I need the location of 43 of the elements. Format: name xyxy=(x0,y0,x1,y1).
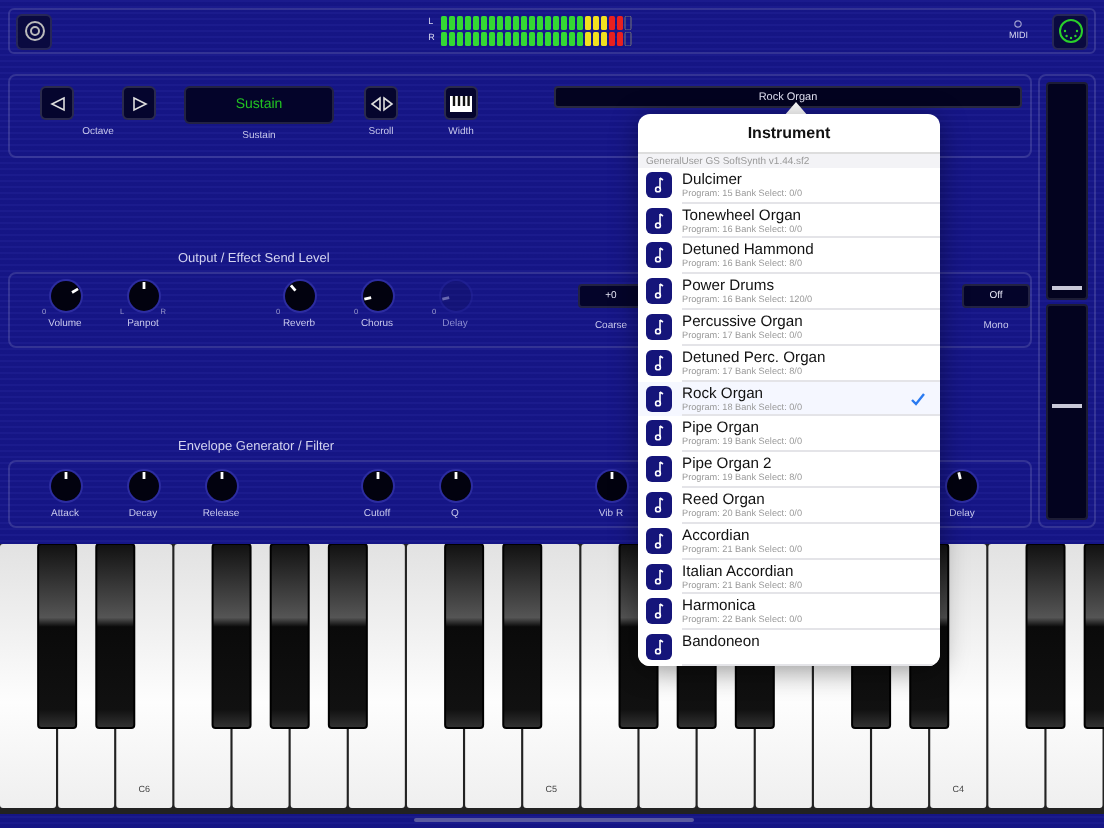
music-note-icon xyxy=(646,420,672,447)
music-note-icon xyxy=(646,456,672,483)
fader-thumb[interactable] xyxy=(1052,403,1082,408)
knob[interactable] xyxy=(203,467,239,504)
knob[interactable] xyxy=(281,278,317,315)
checkmark-icon xyxy=(910,391,926,406)
fader-track[interactable] xyxy=(1046,303,1088,520)
midi-button[interactable] xyxy=(1052,13,1088,49)
music-note-icon xyxy=(646,527,672,554)
midi-connector-icon xyxy=(1057,18,1083,44)
knob[interactable] xyxy=(125,467,161,504)
knob[interactable] xyxy=(47,278,83,315)
music-note-icon xyxy=(646,385,672,412)
width-button[interactable] xyxy=(444,86,478,120)
music-note-icon xyxy=(646,171,672,198)
right-triangle-icon xyxy=(131,95,147,111)
settings-button[interactable] xyxy=(16,13,52,49)
midi-indicator-icon xyxy=(1014,20,1023,29)
music-note-icon xyxy=(646,598,672,625)
knob[interactable] xyxy=(944,467,980,504)
knob[interactable] xyxy=(359,278,395,315)
music-note-icon xyxy=(646,492,672,519)
knob[interactable] xyxy=(359,467,395,504)
music-note-icon xyxy=(646,278,672,305)
music-note-icon xyxy=(646,242,672,269)
music-note-icon xyxy=(646,634,672,661)
music-note-icon xyxy=(646,563,672,590)
octave-up-button[interactable] xyxy=(122,86,156,120)
octave-down-button[interactable] xyxy=(40,86,74,120)
knob[interactable] xyxy=(437,467,473,504)
fader-track[interactable] xyxy=(1046,82,1088,299)
knob[interactable] xyxy=(593,467,629,504)
keyboard-icon xyxy=(450,95,472,111)
scroll-button[interactable] xyxy=(364,86,398,120)
knob[interactable] xyxy=(125,278,161,315)
left-triangle-icon xyxy=(49,95,65,111)
music-note-icon xyxy=(646,349,672,376)
fader-thumb[interactable] xyxy=(1052,286,1082,291)
knob[interactable] xyxy=(47,467,83,504)
music-note-icon xyxy=(646,207,672,234)
music-note-icon xyxy=(646,314,672,341)
settings-icon xyxy=(23,20,45,42)
scroll-arrows-icon xyxy=(369,95,393,111)
